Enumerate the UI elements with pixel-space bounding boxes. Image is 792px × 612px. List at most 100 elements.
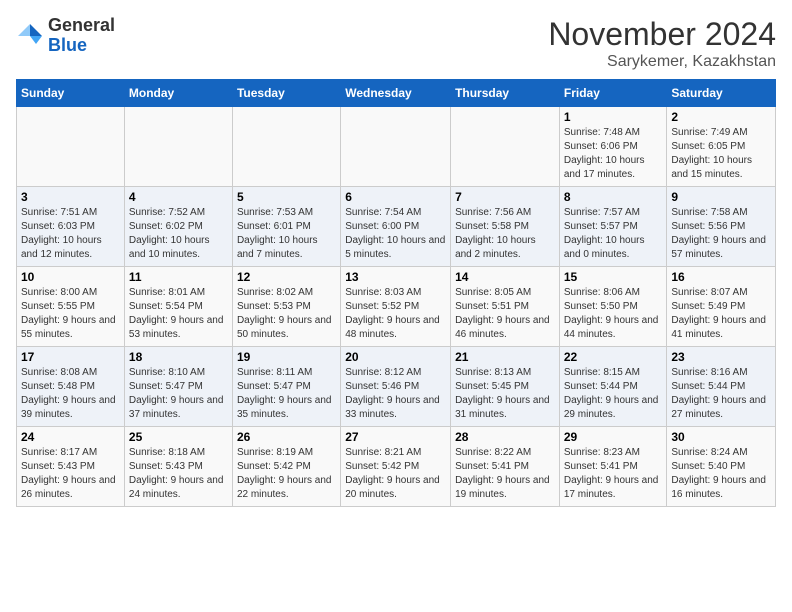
day-info: Sunrise: 7:51 AM Sunset: 6:03 PM Dayligh… (21, 206, 120, 262)
day-info: Sunrise: 8:22 AM Sunset: 5:41 PM Dayligh… (455, 446, 555, 502)
day-info: Sunrise: 8:08 AM Sunset: 5:48 PM Dayligh… (21, 366, 120, 422)
location-text: Sarykemer, Kazakhstan (548, 53, 776, 71)
calendar-cell: 11Sunrise: 8:01 AM Sunset: 5:54 PM Dayli… (124, 267, 232, 347)
calendar-cell: 28 Sunrise: 8:22 AM Sunset: 5:41 PM Dayli… (451, 427, 560, 507)
weekday-header-row: SundayMondayTuesdayWednesdayThursdayFrid… (17, 80, 776, 107)
calendar-week-row: 1Sunrise: 7:48 AM Sunset: 6:06 PM Daylig… (17, 107, 776, 187)
day-number: 17 (21, 350, 120, 364)
day-number: 27 (345, 430, 446, 444)
day-number: 7 (455, 190, 555, 204)
calendar-week-row: 3 Sunrise: 7:51 AM Sunset: 6:03 PM Daylig… (17, 187, 776, 267)
calendar-cell (341, 107, 451, 187)
logo: General Blue (16, 16, 115, 56)
day-info: Sunrise: 7:52 AM Sunset: 6:02 PM Dayligh… (129, 206, 228, 262)
day-number: 19 (237, 350, 336, 364)
calendar-cell: 20 Sunrise: 8:12 AM Sunset: 5:46 PM Dayli… (341, 347, 451, 427)
day-number: 20 (345, 350, 446, 364)
day-info: Sunrise: 7:49 AM Sunset: 6:05 PM Dayligh… (671, 126, 771, 182)
calendar-cell: 29Sunrise: 8:23 AM Sunset: 5:41 PM Dayli… (559, 427, 667, 507)
calendar-cell: 10 Sunrise: 8:00 AM Sunset: 5:55 PM Dayli… (17, 267, 125, 347)
calendar-cell: 19 Sunrise: 8:11 AM Sunset: 5:47 PM Dayli… (232, 347, 340, 427)
day-info: Sunrise: 8:16 AM Sunset: 5:44 PM Dayligh… (671, 366, 771, 422)
day-info: Sunrise: 8:03 AM Sunset: 5:52 PM Dayligh… (345, 286, 446, 342)
day-info: Sunrise: 8:19 AM Sunset: 5:42 PM Dayligh… (237, 446, 336, 502)
weekday-header-wednesday: Wednesday (341, 80, 451, 107)
day-info: Sunrise: 8:11 AM Sunset: 5:47 PM Dayligh… (237, 366, 336, 422)
day-info: Sunrise: 7:57 AM Sunset: 5:57 PM Dayligh… (564, 206, 663, 262)
day-info: Sunrise: 7:54 AM Sunset: 6:00 PM Dayligh… (345, 206, 446, 262)
day-number: 28 (455, 430, 555, 444)
day-number: 5 (237, 190, 336, 204)
day-info: Sunrise: 7:58 AM Sunset: 5:56 PM Dayligh… (671, 206, 771, 262)
calendar-cell: 5 Sunrise: 7:53 AM Sunset: 6:01 PM Daylig… (232, 187, 340, 267)
calendar-cell (17, 107, 125, 187)
calendar-cell: 26Sunrise: 8:19 AM Sunset: 5:42 PM Dayli… (232, 427, 340, 507)
calendar-cell: 16Sunrise: 8:07 AM Sunset: 5:49 PM Dayli… (667, 267, 776, 347)
weekday-header-sunday: Sunday (17, 80, 125, 107)
day-info: Sunrise: 8:02 AM Sunset: 5:53 PM Dayligh… (237, 286, 336, 342)
day-info: Sunrise: 8:18 AM Sunset: 5:43 PM Dayligh… (129, 446, 228, 502)
day-info: Sunrise: 8:00 AM Sunset: 5:55 PM Dayligh… (21, 286, 120, 342)
calendar-cell: 9 Sunrise: 7:58 AM Sunset: 5:56 PM Daylig… (667, 187, 776, 267)
calendar-cell: 27 Sunrise: 8:21 AM Sunset: 5:42 PM Dayli… (341, 427, 451, 507)
calendar-cell: 30 Sunrise: 8:24 AM Sunset: 5:40 PM Dayli… (667, 427, 776, 507)
calendar-cell (124, 107, 232, 187)
day-info: Sunrise: 8:23 AM Sunset: 5:41 PM Dayligh… (564, 446, 663, 502)
calendar-cell: 18Sunrise: 8:10 AM Sunset: 5:47 PM Dayli… (124, 347, 232, 427)
day-number: 2 (671, 110, 771, 124)
day-info: Sunrise: 8:10 AM Sunset: 5:47 PM Dayligh… (129, 366, 228, 422)
day-info: Sunrise: 7:48 AM Sunset: 6:06 PM Dayligh… (564, 126, 663, 182)
weekday-header-saturday: Saturday (667, 80, 776, 107)
calendar-week-row: 10 Sunrise: 8:00 AM Sunset: 5:55 PM Dayli… (17, 267, 776, 347)
day-info: Sunrise: 8:15 AM Sunset: 5:44 PM Dayligh… (564, 366, 663, 422)
calendar-cell: 15Sunrise: 8:06 AM Sunset: 5:50 PM Dayli… (559, 267, 667, 347)
day-info: Sunrise: 8:13 AM Sunset: 5:45 PM Dayligh… (455, 366, 555, 422)
month-title: November 2024 (548, 16, 776, 53)
day-number: 10 (21, 270, 120, 284)
weekday-header-tuesday: Tuesday (232, 80, 340, 107)
calendar-cell: 7 Sunrise: 7:56 AM Sunset: 5:58 PM Daylig… (451, 187, 560, 267)
calendar-cell: 23Sunrise: 8:16 AM Sunset: 5:44 PM Dayli… (667, 347, 776, 427)
day-number: 15 (564, 270, 663, 284)
calendar-cell: 14 Sunrise: 8:05 AM Sunset: 5:51 PM Dayli… (451, 267, 560, 347)
calendar-cell: 17 Sunrise: 8:08 AM Sunset: 5:48 PM Dayli… (17, 347, 125, 427)
calendar-cell: 12 Sunrise: 8:02 AM Sunset: 5:53 PM Dayli… (232, 267, 340, 347)
calendar-table: SundayMondayTuesdayWednesdayThursdayFrid… (16, 79, 776, 507)
day-number: 25 (129, 430, 228, 444)
day-info: Sunrise: 7:53 AM Sunset: 6:01 PM Dayligh… (237, 206, 336, 262)
calendar-cell (451, 107, 560, 187)
calendar-cell: 21Sunrise: 8:13 AM Sunset: 5:45 PM Dayli… (451, 347, 560, 427)
day-number: 24 (21, 430, 120, 444)
weekday-header-thursday: Thursday (451, 80, 560, 107)
calendar-week-row: 24 Sunrise: 8:17 AM Sunset: 5:43 PM Dayli… (17, 427, 776, 507)
day-info: Sunrise: 8:07 AM Sunset: 5:49 PM Dayligh… (671, 286, 771, 342)
calendar-cell: 8 Sunrise: 7:57 AM Sunset: 5:57 PM Daylig… (559, 187, 667, 267)
page-header: General Blue November 2024 Sarykemer, Ka… (16, 16, 776, 71)
calendar-cell: 13 Sunrise: 8:03 AM Sunset: 5:52 PM Dayli… (341, 267, 451, 347)
day-info: Sunrise: 8:17 AM Sunset: 5:43 PM Dayligh… (21, 446, 120, 502)
day-info: Sunrise: 8:12 AM Sunset: 5:46 PM Dayligh… (345, 366, 446, 422)
calendar-cell: 22Sunrise: 8:15 AM Sunset: 5:44 PM Dayli… (559, 347, 667, 427)
logo-icon (16, 22, 44, 50)
calendar-cell: 4 Sunrise: 7:52 AM Sunset: 6:02 PM Daylig… (124, 187, 232, 267)
day-number: 3 (21, 190, 120, 204)
day-number: 8 (564, 190, 663, 204)
day-number: 14 (455, 270, 555, 284)
title-block: November 2024 Sarykemer, Kazakhstan (548, 16, 776, 71)
day-number: 4 (129, 190, 228, 204)
day-info: Sunrise: 8:01 AM Sunset: 5:54 PM Dayligh… (129, 286, 228, 342)
weekday-header-monday: Monday (124, 80, 232, 107)
day-number: 12 (237, 270, 336, 284)
calendar-cell: 24 Sunrise: 8:17 AM Sunset: 5:43 PM Dayli… (17, 427, 125, 507)
day-info: Sunrise: 7:56 AM Sunset: 5:58 PM Dayligh… (455, 206, 555, 262)
calendar-week-row: 17 Sunrise: 8:08 AM Sunset: 5:48 PM Dayli… (17, 347, 776, 427)
weekday-header-friday: Friday (559, 80, 667, 107)
day-number: 13 (345, 270, 446, 284)
day-number: 30 (671, 430, 771, 444)
day-info: Sunrise: 8:21 AM Sunset: 5:42 PM Dayligh… (345, 446, 446, 502)
calendar-cell: 6Sunrise: 7:54 AM Sunset: 6:00 PM Daylig… (341, 187, 451, 267)
day-info: Sunrise: 8:05 AM Sunset: 5:51 PM Dayligh… (455, 286, 555, 342)
logo-blue-text: Blue (48, 35, 87, 55)
day-number: 9 (671, 190, 771, 204)
day-info: Sunrise: 8:24 AM Sunset: 5:40 PM Dayligh… (671, 446, 771, 502)
